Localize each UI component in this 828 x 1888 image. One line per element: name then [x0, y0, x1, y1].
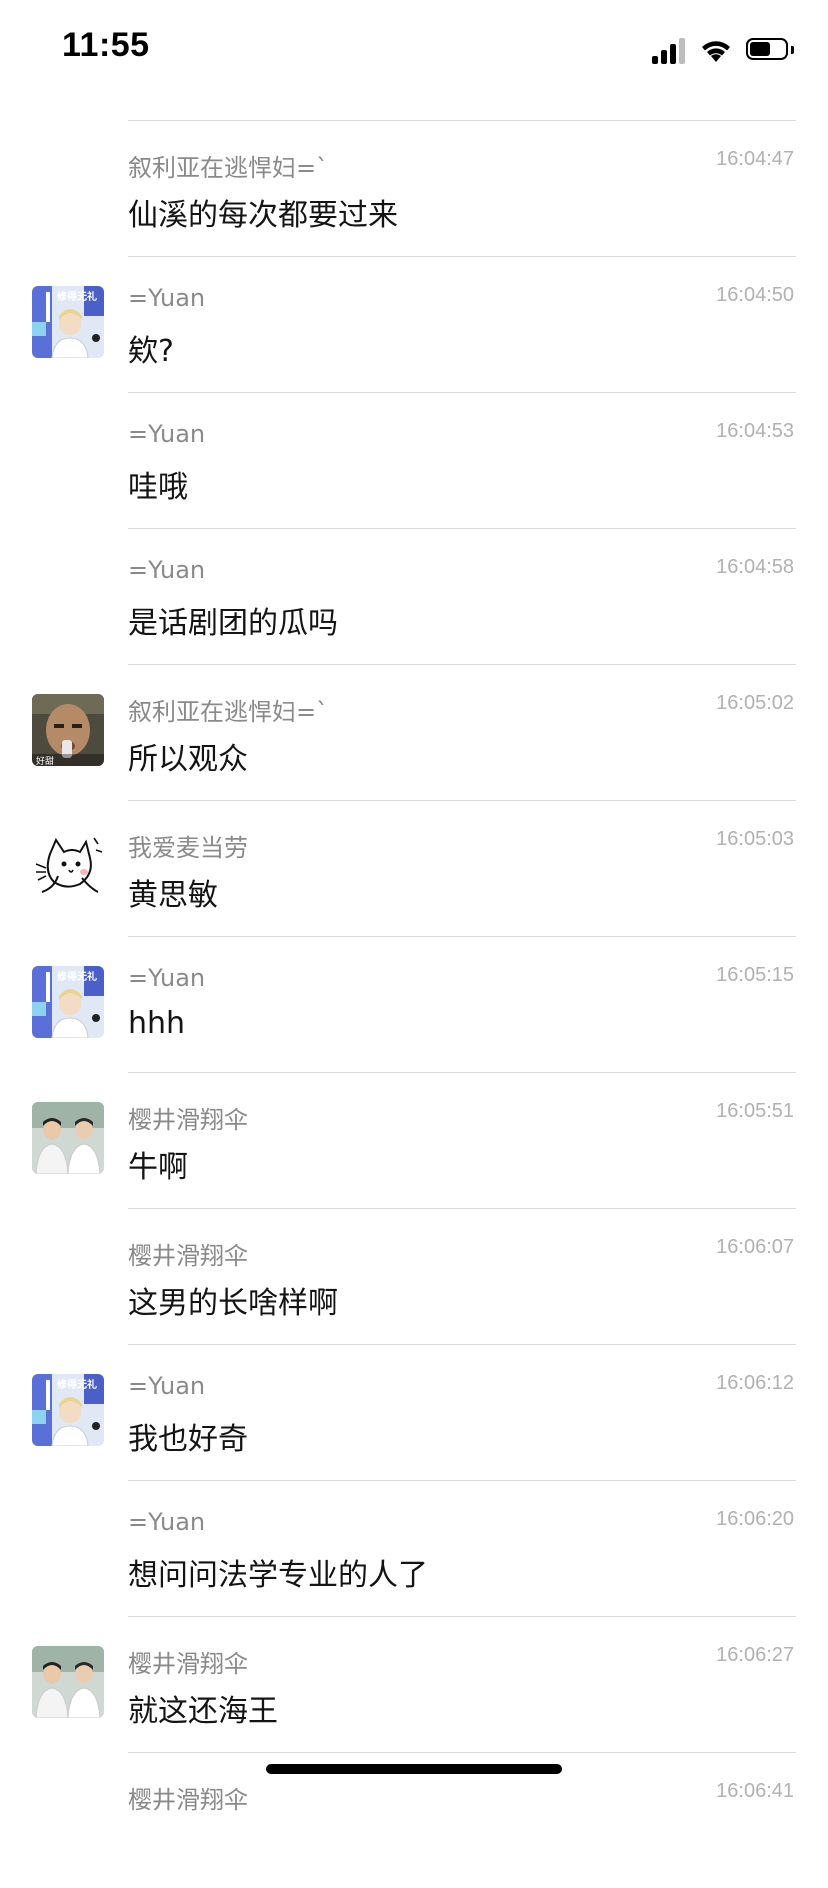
avatar[interactable]: 修得无礼 — [32, 1374, 104, 1446]
status-icons — [652, 34, 794, 66]
message-timestamp: 16:04:58 — [716, 556, 794, 578]
message-divider — [128, 1072, 796, 1073]
avatar[interactable]: 修得无礼 — [32, 286, 104, 358]
message-text[interactable]: 牛啊 — [128, 1142, 188, 1186]
chat-message[interactable]: =Yuan 16:04:53 哇哦 — [0, 392, 828, 528]
sender-name[interactable]: 樱井滑翔伞 — [128, 1644, 248, 1679]
message-timestamp: 16:04:47 — [716, 148, 794, 170]
avatar-caption: 修得无礼 — [56, 970, 97, 983]
message-divider — [128, 1480, 796, 1481]
sender-name[interactable]: =Yuan — [128, 964, 205, 992]
message-timestamp: 16:05:15 — [716, 964, 794, 986]
message-timestamp: 16:04:53 — [716, 420, 794, 442]
sender-name[interactable]: =Yuan — [128, 1372, 205, 1400]
message-timestamp: 16:04:50 — [716, 284, 794, 306]
avatar[interactable] — [32, 830, 104, 902]
sender-name[interactable]: =Yuan — [128, 284, 205, 312]
message-timestamp: 16:05:02 — [716, 692, 794, 714]
avatar[interactable]: 好甜 — [32, 694, 104, 766]
message-timestamp: 16:05:03 — [716, 828, 794, 850]
chat-message[interactable]: =Yuan 16:04:58 是话剧团的瓜吗 — [0, 528, 828, 664]
message-text[interactable]: 我也好奇 — [128, 1414, 248, 1458]
sender-name[interactable]: =Yuan — [128, 556, 205, 584]
status-time: 11:55 — [62, 26, 150, 64]
message-divider — [128, 1344, 796, 1345]
message-timestamp: 16:06:07 — [716, 1236, 794, 1258]
chat-message[interactable]: 樱井滑翔伞 16:05:51 牛啊 — [0, 1072, 828, 1208]
sender-name[interactable]: 樱井滑翔伞 — [128, 1100, 248, 1135]
chat-message[interactable]: 樱井滑翔伞 16:06:27 就这还海王 — [0, 1616, 828, 1752]
message-text[interactable]: 所以观众 — [128, 734, 248, 778]
cellular-signal-icon — [652, 36, 686, 64]
chat-message[interactable]: 好甜 叙利亚在逃悍妇=` 16:05:02 所以观众 — [0, 664, 828, 800]
message-text[interactable]: hhh — [128, 1006, 185, 1041]
message-timestamp: 16:05:51 — [716, 1100, 794, 1122]
battery-icon — [746, 38, 794, 62]
message-text[interactable]: 这男的长啥样啊 — [128, 1278, 338, 1322]
sender-name[interactable]: 叙利亚在逃悍妇=` — [128, 692, 328, 727]
chat-message[interactable]: 修得无礼 =Yuan 16:06:12 我也好奇 — [0, 1344, 828, 1480]
message-timestamp: 16:06:27 — [716, 1644, 794, 1666]
sender-name[interactable]: =Yuan — [128, 420, 205, 448]
chat-message[interactable]: 修得无礼 =Yuan 16:04:50 欸? — [0, 256, 828, 392]
message-text[interactable]: 黄思敏 — [128, 870, 218, 914]
avatar[interactable] — [32, 1102, 104, 1174]
message-divider — [128, 664, 796, 665]
message-divider — [128, 800, 796, 801]
sender-name[interactable]: 樱井滑翔伞 — [128, 1236, 248, 1271]
sender-name[interactable]: 樱井滑翔伞 — [128, 1780, 248, 1815]
avatar-caption: 修得无礼 — [56, 1378, 97, 1391]
message-divider — [128, 1752, 796, 1753]
chat-message[interactable]: 叙利亚在逃悍妇=` 16:04:47 仙溪的每次都要过来 — [0, 120, 828, 256]
message-text[interactable]: 哇哦 — [128, 462, 188, 506]
home-indicator[interactable] — [266, 1764, 562, 1774]
status-bar: 11:55 — [0, 0, 828, 100]
message-text[interactable]: 仙溪的每次都要过来 — [128, 190, 398, 234]
message-text[interactable]: 是话剧团的瓜吗 — [128, 598, 338, 642]
message-timestamp: 16:06:20 — [716, 1508, 794, 1530]
sender-name[interactable]: =Yuan — [128, 1508, 205, 1536]
message-timestamp: 16:06:12 — [716, 1372, 794, 1394]
message-divider — [128, 120, 796, 121]
message-divider — [128, 256, 796, 257]
message-text[interactable]: 欸? — [128, 326, 174, 370]
sender-name[interactable]: 我爱麦当劳 — [128, 828, 248, 863]
avatar[interactable] — [32, 1646, 104, 1718]
message-divider — [128, 392, 796, 393]
avatar[interactable]: 修得无礼 — [32, 966, 104, 1038]
chat-message-list[interactable]: 叙利亚在逃悍妇=` 16:04:47 仙溪的每次都要过来修得无礼 =Yuan 16:04… — [0, 120, 828, 1888]
avatar-caption: 修得无礼 — [56, 290, 97, 303]
message-text[interactable]: 就这还海王 — [128, 1686, 278, 1730]
message-divider — [128, 1616, 796, 1617]
message-text[interactable]: 想问问法学专业的人了 — [128, 1550, 428, 1594]
wifi-icon — [702, 41, 730, 62]
chat-message[interactable]: =Yuan 16:06:20 想问问法学专业的人了 — [0, 1480, 828, 1616]
message-divider — [128, 936, 796, 937]
chat-message[interactable]: 我爱麦当劳 16:05:03 黄思敏 — [0, 800, 828, 936]
avatar-caption: 好甜 — [36, 755, 54, 766]
message-divider — [128, 1208, 796, 1209]
sender-name[interactable]: 叙利亚在逃悍妇=` — [128, 148, 328, 183]
message-divider — [128, 528, 796, 529]
chat-message[interactable]: 修得无礼 =Yuan 16:05:15 hhh — [0, 936, 828, 1072]
chat-message[interactable]: 樱井滑翔伞 16:06:07 这男的长啥样啊 — [0, 1208, 828, 1344]
